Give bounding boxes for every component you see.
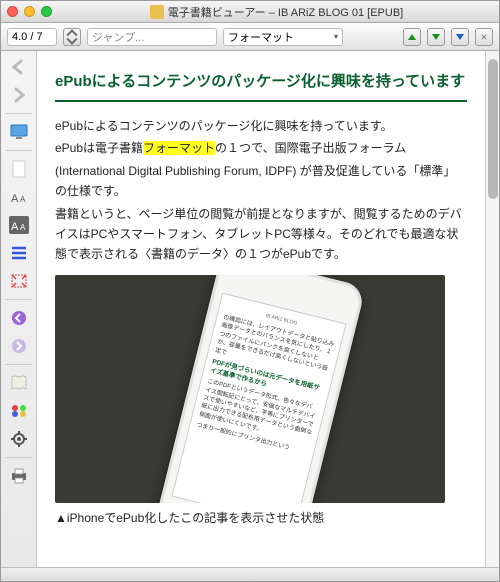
page-stepper[interactable] <box>63 28 81 46</box>
paragraph: ePubによるコンテンツのパッケージ化に興味を持っています。 <box>55 116 467 136</box>
sidebar: AA AA <box>1 51 37 567</box>
paragraph: 書籍というと、ページ単位の閲覧が前提となりますが、閲覧するためのデバイスはPCや… <box>55 204 467 265</box>
font-increase-button[interactable]: AA <box>5 185 33 209</box>
color-palette-icon[interactable] <box>5 399 33 423</box>
history-back-button[interactable] <box>5 306 33 330</box>
nav-up-button[interactable] <box>403 28 421 46</box>
page-value: 4.0 / 7 <box>12 31 43 43</box>
monitor-icon[interactable] <box>5 120 33 144</box>
page-icon[interactable] <box>5 157 33 181</box>
minimize-icon[interactable] <box>24 6 35 17</box>
svg-text:A: A <box>11 193 19 205</box>
format-label: フォーマット <box>228 29 294 45</box>
close-search-button[interactable]: × <box>475 28 493 46</box>
zoom-icon[interactable] <box>41 6 52 17</box>
vertical-scrollbar[interactable] <box>485 51 499 567</box>
paragraph: (International Digital Publishing Forum,… <box>55 161 467 202</box>
article-image: IB ARiZ BLOG の確認には、レイアウトデータと貼り込み画像データとのバ… <box>55 275 445 503</box>
heading-rule <box>55 100 467 102</box>
content-area: ePubによるコンテンツのパッケージ化に興味を持っています ePubによるコンテ… <box>37 51 485 567</box>
font-decrease-button[interactable]: AA <box>5 213 33 237</box>
jump-field[interactable]: ジャンプ... <box>87 28 217 46</box>
fullscreen-icon[interactable] <box>5 269 33 293</box>
window-controls <box>7 6 52 17</box>
status-bar <box>1 567 499 581</box>
search-highlight: フォーマット <box>143 141 215 155</box>
chevron-down-icon: ▾ <box>334 32 338 41</box>
nav-down-button[interactable] <box>427 28 445 46</box>
article-heading: ePubによるコンテンツのパッケージ化に興味を持っています <box>55 71 467 92</box>
gear-icon[interactable] <box>5 427 33 451</box>
list-icon[interactable] <box>5 241 33 265</box>
jump-placeholder: ジャンプ... <box>92 29 144 45</box>
page-field[interactable]: 4.0 / 7 <box>7 28 57 46</box>
window-title: 電子書籍ビューアー – IB ARiZ BLOG 01 [EPUB] <box>168 4 403 20</box>
format-dropdown[interactable]: フォーマット ▾ <box>223 28 343 46</box>
scroll-thumb[interactable] <box>488 59 498 199</box>
svg-text:A: A <box>20 195 26 204</box>
paragraph: ePubは電子書籍フォーマットの１つで、国際電子出版フォーラム <box>55 138 467 158</box>
svg-text:A: A <box>20 223 26 232</box>
print-icon[interactable] <box>5 464 33 488</box>
nav-forward-button[interactable] <box>5 83 33 107</box>
image-caption: ▲iPhoneでePub化したこの記事を表示させた状態 <box>55 509 467 526</box>
history-forward-button[interactable] <box>5 334 33 358</box>
titlebar: 電子書籍ビューアー – IB ARiZ BLOG 01 [EPUB] <box>1 1 499 23</box>
nav-down-alt-button[interactable] <box>451 28 469 46</box>
nav-back-button[interactable] <box>5 55 33 79</box>
close-icon[interactable] <box>7 6 18 17</box>
svg-text:A: A <box>11 221 19 233</box>
book-icon[interactable] <box>5 371 33 395</box>
app-icon <box>150 5 164 19</box>
article-body: ePubによるコンテンツのパッケージ化に興味を持っています。 ePubは電子書籍… <box>55 116 467 265</box>
toolbar: 4.0 / 7 ジャンプ... フォーマット ▾ × <box>1 23 499 51</box>
